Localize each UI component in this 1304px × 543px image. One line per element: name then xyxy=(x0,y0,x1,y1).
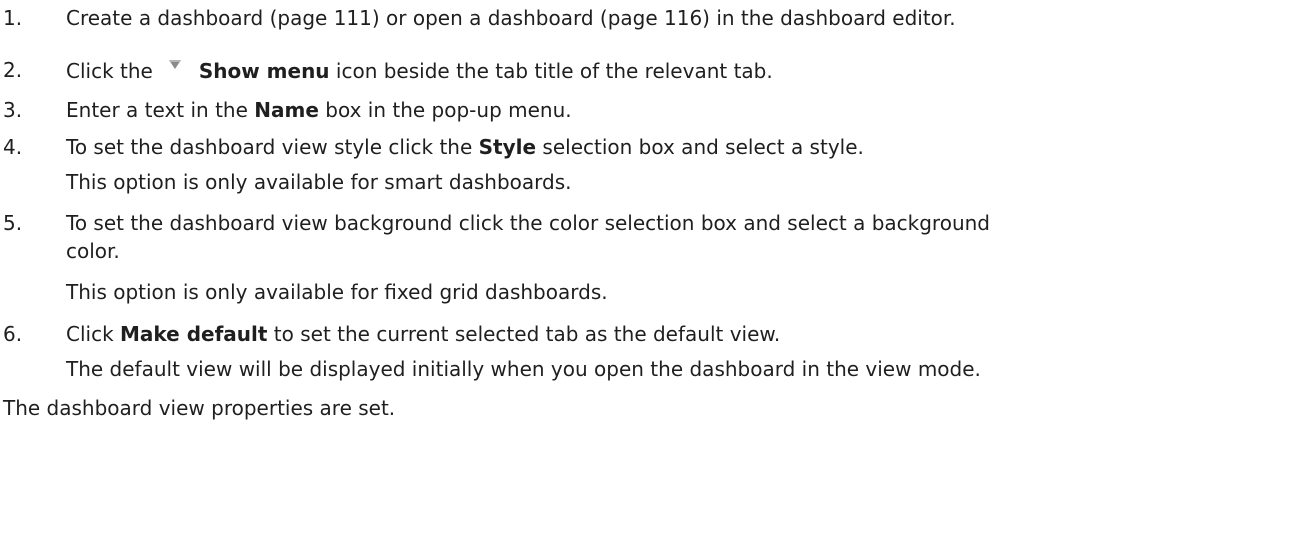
step-content: Click the Show menu icon beside the tab t… xyxy=(66,58,773,84)
step-text-after: selection box and select a style. xyxy=(542,135,864,159)
step-text-before: Click xyxy=(66,322,114,346)
result-text: The dashboard view properties are set. xyxy=(3,396,396,420)
step-number: 2. xyxy=(3,58,23,82)
step-text-before: Click the xyxy=(66,59,153,83)
step-bold-term: Show menu xyxy=(198,59,330,83)
step-number: 4. xyxy=(3,135,23,159)
step-text-after: box in the pop-up menu. xyxy=(325,98,572,122)
step-content: To set the dashboard view style click th… xyxy=(66,135,864,160)
step-number: 5. xyxy=(3,211,23,235)
step-4-note: This option is only available for smart … xyxy=(66,170,572,194)
step-text-after: icon beside the tab title of the relevan… xyxy=(335,59,773,83)
show-menu-triangle-icon xyxy=(168,60,181,69)
step-6-note: The default view will be displayed initi… xyxy=(66,357,981,381)
step-text-after: to set the current selected tab as the d… xyxy=(273,322,781,346)
step-content: Enter a text in the Name box in the pop-… xyxy=(66,98,572,123)
step-bold-term: Make default xyxy=(120,322,268,346)
step-5-note: This option is only available for fixed … xyxy=(66,280,608,304)
step-text: To set the dashboard view background cli… xyxy=(66,211,990,235)
step-content: Click Make default to set the current se… xyxy=(66,322,780,347)
step-number: 6. xyxy=(3,322,23,346)
step-5-continuation: color. xyxy=(66,239,120,263)
step-text-before: To set the dashboard view style click th… xyxy=(66,135,473,159)
step-number: 1. xyxy=(3,6,23,30)
step-text: Create a dashboard (page 111) or open a … xyxy=(66,6,956,30)
step-bold-term: Style xyxy=(478,135,537,159)
step-bold-term: Name xyxy=(254,98,319,122)
step-number: 3. xyxy=(3,98,23,122)
step-text-before: Enter a text in the xyxy=(66,98,248,122)
